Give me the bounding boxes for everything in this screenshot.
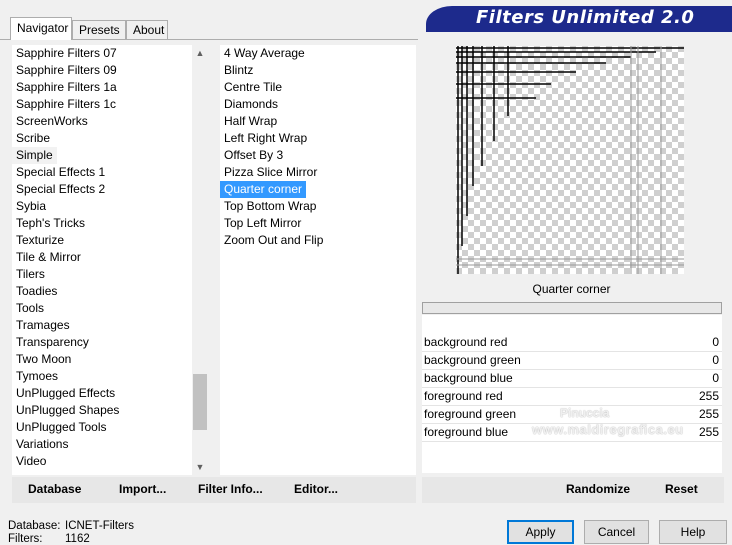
category-item[interactable]: UnPlugged Shapes: [12, 402, 123, 419]
parameter-value[interactable]: 255: [699, 389, 719, 403]
category-list[interactable]: Sapphire Filters 07 Sapphire Filters 09 Sa…: [12, 45, 208, 475]
editor-button[interactable]: Editor...: [294, 482, 338, 496]
parameter-value[interactable]: 255: [699, 407, 719, 421]
category-item[interactable]: UnPlugged Tools: [12, 419, 111, 436]
filter-item[interactable]: Pizza Slice Mirror: [220, 164, 321, 181]
reset-button[interactable]: Reset: [665, 482, 698, 496]
scroll-up-icon[interactable]: ▲: [192, 45, 208, 61]
help-button[interactable]: Help: [659, 520, 727, 544]
filter-item[interactable]: Left Right Wrap: [220, 130, 311, 147]
category-item[interactable]: Texturize: [12, 232, 68, 249]
category-item[interactable]: Special Effects 1: [12, 164, 109, 181]
filter-item[interactable]: Half Wrap: [220, 113, 281, 130]
randomize-button[interactable]: Randomize: [566, 482, 630, 496]
preview-image: [456, 46, 684, 274]
parameter-row[interactable]: background red 0: [422, 334, 722, 352]
category-item[interactable]: UnPlugged Effects: [12, 385, 119, 402]
filter-item[interactable]: Centre Tile: [220, 79, 286, 96]
parameter-value[interactable]: 0: [712, 335, 719, 349]
category-item[interactable]: Two Moon: [12, 351, 75, 368]
parameter-value[interactable]: 255: [699, 425, 719, 439]
parameter-row[interactable]: foreground red 255: [422, 388, 722, 406]
filter-info-button[interactable]: Filter Info...: [198, 482, 263, 496]
category-item[interactable]: ScreenWorks: [12, 113, 92, 130]
parameter-label: background blue: [424, 371, 513, 385]
selected-filter-name: Quarter corner: [422, 279, 721, 300]
tab-navigator[interactable]: Navigator: [10, 17, 72, 40]
filter-item[interactable]: Top Left Mirror: [220, 215, 305, 232]
category-item[interactable]: Special Effects 2: [12, 181, 109, 198]
cancel-button[interactable]: Cancel: [584, 520, 649, 544]
parameter-label: foreground red: [424, 389, 503, 403]
status-database: Database: ICNET-Filters: [8, 520, 134, 532]
category-item[interactable]: Toadies: [12, 283, 61, 300]
apply-button[interactable]: Apply: [507, 520, 574, 544]
tab-presets[interactable]: Presets: [72, 20, 126, 39]
filter-item[interactable]: Top Bottom Wrap: [220, 198, 320, 215]
filter-item[interactable]: Offset By 3: [220, 147, 287, 164]
category-item[interactable]: Tymoes: [12, 368, 62, 385]
preview-zoom-bar[interactable]: [422, 302, 722, 314]
database-value: ICNET-Filters: [65, 520, 134, 532]
category-item[interactable]: Teph's Tricks: [12, 215, 89, 232]
category-item[interactable]: Scribe: [12, 130, 54, 147]
category-item[interactable]: Sapphire Filters 07: [12, 45, 121, 62]
filter-item[interactable]: Blintz: [220, 62, 257, 79]
category-item[interactable]: Sapphire Filters 1a: [12, 79, 121, 96]
parameter-value[interactable]: 0: [712, 371, 719, 385]
tab-about[interactable]: About: [126, 20, 168, 39]
scrollbar-thumb[interactable]: [193, 374, 207, 430]
category-item[interactable]: Tramages: [12, 317, 74, 334]
category-item[interactable]: Video: [12, 453, 50, 470]
filter-item[interactable]: 4 Way Average: [220, 45, 309, 62]
filter-item[interactable]: Diamonds: [220, 96, 282, 113]
category-item[interactable]: Tile & Mirror: [12, 249, 85, 266]
category-item[interactable]: Sapphire Filters 1c: [12, 96, 120, 113]
quarter-corner-preview-lines: [456, 46, 684, 274]
database-button[interactable]: Database: [28, 482, 81, 496]
category-item[interactable]: Tools: [12, 300, 48, 317]
filter-item[interactable]: Zoom Out and Flip: [220, 232, 327, 249]
parameter-row[interactable]: background blue 0: [422, 370, 722, 388]
parameter-label: background green: [424, 353, 521, 367]
parameter-row[interactable]: background green 0: [422, 352, 722, 370]
scroll-down-icon[interactable]: ▼: [192, 459, 208, 475]
category-item[interactable]: Variations: [12, 436, 72, 453]
parameter-label: foreground blue: [424, 425, 509, 439]
watermark-url: www.maldiregrafica.eu: [532, 422, 684, 437]
status-filters: Filters: 1162: [8, 533, 90, 545]
filters-label: Filters:: [8, 533, 43, 545]
parameter-value[interactable]: 0: [712, 353, 719, 367]
filter-item[interactable]: Quarter corner: [220, 181, 307, 198]
category-item[interactable]: Simple: [12, 147, 57, 164]
parameter-label: foreground green: [424, 407, 517, 421]
banner-title: Filters Unlimited 2.0: [476, 7, 695, 28]
category-item[interactable]: Sybia: [12, 198, 50, 215]
category-item[interactable]: Tilers: [12, 266, 49, 283]
watermark-name: Pinuccia: [560, 406, 610, 420]
import-button[interactable]: Import...: [119, 482, 166, 496]
database-label: Database:: [8, 520, 61, 532]
filter-list[interactable]: 4 Way Average Blintz Centre Tile Diamonds Ha…: [220, 45, 416, 475]
category-item[interactable]: Transparency: [12, 334, 93, 351]
parameter-label: background red: [424, 335, 508, 349]
category-item[interactable]: Sapphire Filters 09: [12, 62, 121, 79]
filters-value: 1162: [65, 533, 90, 545]
